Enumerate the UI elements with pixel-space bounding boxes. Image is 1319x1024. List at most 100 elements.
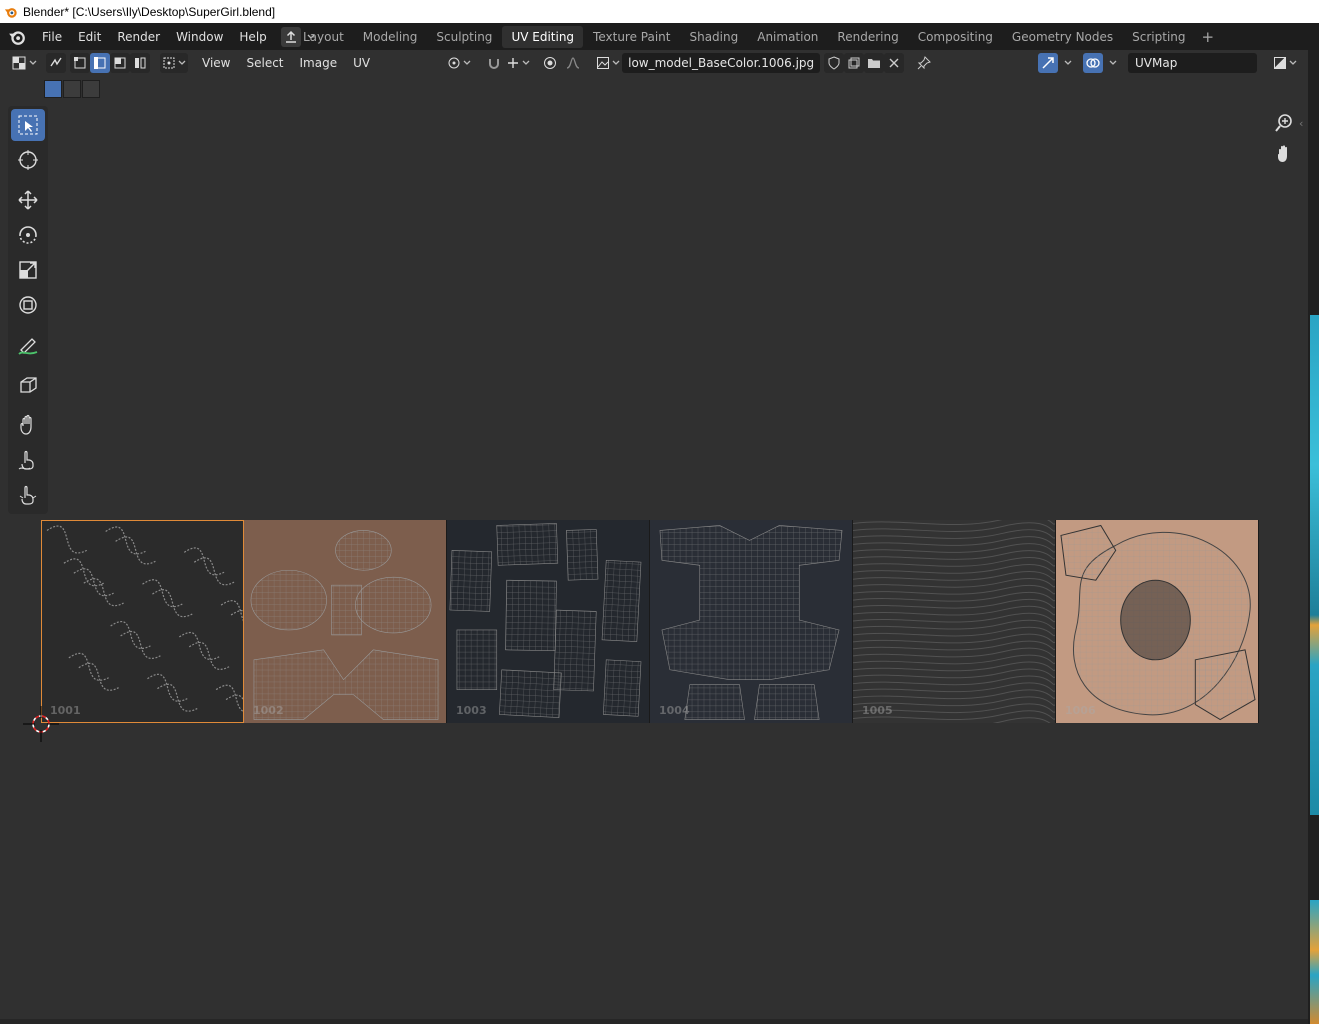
menu-file[interactable]: File <box>34 26 70 48</box>
menu-select[interactable]: Select <box>238 56 291 70</box>
pin-icon[interactable] <box>914 53 934 73</box>
uv-2d-cursor-icon[interactable] <box>23 706 59 742</box>
tool-rip-region[interactable] <box>11 369 45 401</box>
uv-tile-texture <box>46 525 243 712</box>
transform-icon <box>19 296 37 314</box>
uv-tile-1003[interactable]: 1003 <box>447 520 650 723</box>
fake-user-shield-icon[interactable] <box>824 53 845 73</box>
editor-type-icon[interactable] <box>10 53 38 73</box>
gizmo-toggle-icon[interactable] <box>1038 53 1058 73</box>
tool-relax[interactable] <box>11 444 45 476</box>
tab-animation[interactable]: Animation <box>748 26 827 48</box>
tool-select-box[interactable] <box>11 109 45 141</box>
menu-image[interactable]: Image <box>292 56 346 70</box>
uv-tile-texture <box>853 520 1055 723</box>
menu-help[interactable]: Help <box>231 26 274 48</box>
scale-icon <box>19 261 37 279</box>
uv-tile-1004[interactable]: 1004 <box>650 520 853 723</box>
select-new-icon[interactable] <box>44 80 62 98</box>
tab-layout[interactable]: Layout <box>294 26 353 48</box>
tool-shelf <box>8 106 48 514</box>
select-box-icon <box>18 115 38 135</box>
annotate-icon <box>18 338 38 355</box>
blender-app-icon <box>4 7 17 18</box>
snap-target-icon[interactable] <box>504 53 532 73</box>
uv-tile-1002[interactable]: 1002 <box>244 520 447 723</box>
tool-rotate[interactable] <box>11 219 45 251</box>
tab-texture-paint[interactable]: Texture Paint <box>584 26 679 48</box>
select-subtract-icon[interactable] <box>82 80 100 98</box>
overlays-menu-chevron-icon[interactable] <box>1103 53 1123 73</box>
tab-uv-editing[interactable]: UV Editing <box>502 25 584 48</box>
tab-rendering[interactable]: Rendering <box>828 26 907 48</box>
snap-magnet-icon[interactable] <box>484 53 504 73</box>
uv-tile-texture <box>659 525 843 720</box>
uv-map-field[interactable]: UVMap <box>1128 53 1257 73</box>
menu-window[interactable]: Window <box>168 26 231 48</box>
tool-grab[interactable] <box>11 409 45 441</box>
blender-menu-icon[interactable] <box>0 23 34 50</box>
unlink-image-icon[interactable] <box>884 53 905 73</box>
rotate-icon <box>19 226 37 244</box>
image-browse-icon[interactable] <box>594 53 622 73</box>
island-select-icon[interactable] <box>130 53 150 73</box>
menu-edit[interactable]: Edit <box>70 26 109 48</box>
workspace-tabs: Layout Modeling Sculpting UV Editing Tex… <box>294 23 1220 50</box>
display-channels-icon[interactable] <box>1270 53 1300 73</box>
viewport-edge-strip-lower <box>1310 900 1319 1024</box>
uv-tile-texture <box>250 530 439 720</box>
selection-mode-buttons <box>44 80 101 98</box>
select-extend-icon[interactable] <box>63 80 81 98</box>
uv-tile-1005[interactable]: 1005 <box>853 520 1056 723</box>
tool-annotate[interactable] <box>11 330 45 362</box>
add-workspace-button[interactable]: + <box>1196 28 1221 46</box>
tool-transform[interactable] <box>11 289 45 321</box>
relax-finger-icon <box>18 450 34 470</box>
uv-tile-number: 1002 <box>253 704 284 717</box>
tab-geometry-nodes[interactable]: Geometry Nodes <box>1003 26 1122 48</box>
uv-tile-1001[interactable]: 1001 <box>41 520 244 723</box>
tab-sculpting[interactable]: Sculpting <box>427 26 501 48</box>
vertex-select-icon[interactable] <box>70 53 90 73</box>
tool-move[interactable] <box>11 184 45 216</box>
tab-compositing[interactable]: Compositing <box>909 26 1002 48</box>
new-image-icon[interactable] <box>844 53 865 73</box>
tab-scripting[interactable]: Scripting <box>1123 26 1194 48</box>
image-name-field[interactable]: low_model_BaseColor.1006.jpg <box>622 53 821 73</box>
window-title: Blender* [C:\Users\Ily\Desktop\SuperGirl… <box>23 4 276 19</box>
uv-tile-number: 1004 <box>659 704 690 717</box>
open-folder-icon[interactable] <box>864 53 885 73</box>
menu-render[interactable]: Render <box>109 26 168 48</box>
tool-scale[interactable] <box>11 254 45 286</box>
gizmo-menu-chevron-icon[interactable] <box>1058 53 1078 73</box>
uv-tile-number: 1006 <box>1065 704 1096 717</box>
window-titlebar: Blender* [C:\Users\Ily\Desktop\SuperGirl… <box>0 0 1319 23</box>
pivot-point-icon[interactable] <box>444 53 474 73</box>
tab-shading[interactable]: Shading <box>680 26 747 48</box>
uv-tile-1006[interactable]: 1006 <box>1056 520 1259 723</box>
uv-tile-texture <box>1060 524 1256 721</box>
proportional-editing-icon[interactable] <box>540 53 560 73</box>
menu-view[interactable]: View <box>194 56 238 70</box>
status-bar-edge <box>0 1019 1308 1024</box>
viewport-edge-strip <box>1310 315 1319 815</box>
zoom-view-icon[interactable] <box>1271 110 1297 136</box>
sticky-selection-icon[interactable] <box>160 53 188 73</box>
uv-tile-texture <box>449 523 642 718</box>
uv-tile-number: 1003 <box>456 704 487 717</box>
move-icon <box>18 190 38 210</box>
edge-select-icon[interactable] <box>90 53 110 73</box>
top-bar: File Edit Render Window Help Layout Mode… <box>0 23 1319 50</box>
pan-view-hand-icon[interactable] <box>1271 141 1297 167</box>
sync-selection-icon[interactable] <box>46 53 66 73</box>
menu-uv[interactable]: UV <box>345 56 378 70</box>
sidebar-collapse-chevron-icon[interactable]: ‹ <box>1299 117 1303 130</box>
tab-modeling[interactable]: Modeling <box>354 26 427 48</box>
falloff-curve-icon[interactable] <box>560 53 586 73</box>
tool-cursor[interactable] <box>11 144 45 176</box>
face-select-icon[interactable] <box>110 53 130 73</box>
uv-tile-number: 1005 <box>862 704 893 717</box>
cursor-icon <box>18 150 38 170</box>
tool-pinch[interactable] <box>11 479 45 511</box>
overlays-toggle-icon[interactable] <box>1083 53 1103 73</box>
